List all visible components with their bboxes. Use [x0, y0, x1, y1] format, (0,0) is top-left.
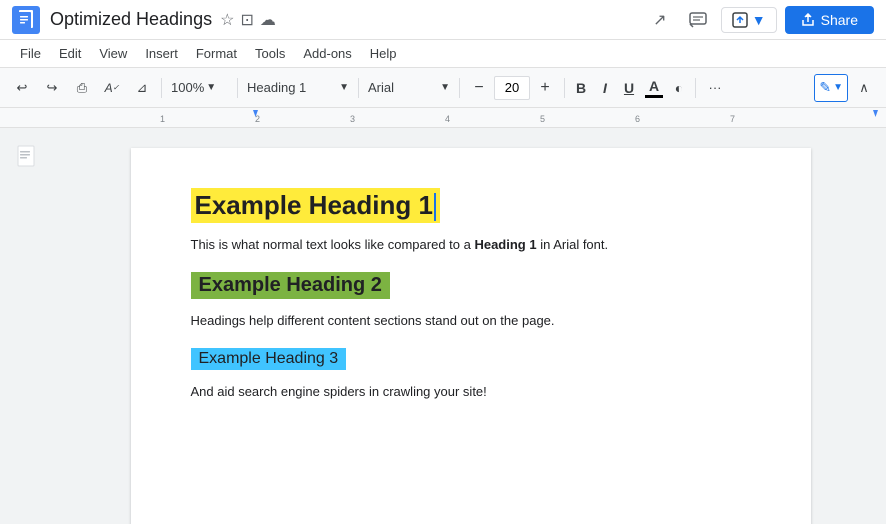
toolbar: ↩ ↪ ⎙ A✓ ⊿ 100% ▼ Heading 1 ▼ Arial ▼ − … [0, 68, 886, 108]
share-label: Share [821, 12, 858, 28]
divider-6 [695, 78, 696, 98]
redo-button[interactable]: ↪ [38, 74, 66, 102]
svg-text:5: 5 [540, 114, 545, 124]
ruler: 1 2 3 4 5 6 7 [0, 108, 886, 128]
heading1-text[interactable]: Example Heading 1 [191, 188, 440, 223]
menu-bar: File Edit View Insert Format Tools Add-o… [0, 40, 886, 68]
doc-title: Optimized Headings [50, 9, 212, 30]
paint-format-button[interactable]: ⊿ [128, 74, 156, 102]
divider-1 [161, 78, 162, 98]
body-text-3: And aid search engine spiders in crawlin… [191, 382, 751, 403]
folder-icon[interactable]: ⊡ [240, 10, 253, 30]
body-text-1: This is what normal text looks like comp… [191, 235, 751, 256]
highlight-button[interactable]: ◐ [668, 74, 690, 102]
header-right: ↗ ▼ Share [645, 5, 874, 35]
font-size-input[interactable] [494, 76, 530, 100]
menu-view[interactable]: View [91, 43, 135, 64]
more-options-button[interactable]: ··· [701, 74, 729, 102]
title-icons: ☆ ⊡ ☁ [220, 10, 276, 30]
menu-help[interactable]: Help [362, 43, 405, 64]
italic-button[interactable]: I [594, 74, 616, 102]
zoom-select[interactable]: 100% ▼ [167, 74, 232, 102]
heading2-block: Example Heading 2 [191, 272, 751, 307]
star-icon[interactable]: ☆ [220, 10, 234, 30]
menu-tools[interactable]: Tools [247, 43, 293, 64]
main-area: Example Heading 1 This is what normal te… [0, 128, 886, 524]
divider-4 [459, 78, 460, 98]
svg-text:3: 3 [350, 114, 355, 124]
font-family-select[interactable]: Arial ▼ [364, 74, 454, 102]
body-text-2: Headings help different content sections… [191, 311, 751, 332]
side-panel-doc-icon[interactable] [10, 140, 46, 176]
print-button[interactable]: ⎙ [68, 74, 96, 102]
font-size-decrease[interactable]: − [465, 74, 493, 102]
heading2-text[interactable]: Example Heading 2 [191, 272, 390, 299]
share-button[interactable]: Share [785, 6, 874, 34]
menu-edit[interactable]: Edit [51, 43, 89, 64]
svg-text:7: 7 [730, 114, 735, 124]
underline-button[interactable]: U [618, 74, 640, 102]
cloud-icon[interactable]: ☁ [260, 10, 276, 30]
chart-icon[interactable]: ↗ [645, 5, 675, 35]
heading3-block: Example Heading 3 [191, 348, 751, 378]
divider-5 [564, 78, 565, 98]
edit-mode-button[interactable]: ✎ ▼ [814, 74, 848, 102]
divider-3 [358, 78, 359, 98]
menu-insert[interactable]: Insert [137, 43, 186, 64]
app-icon [12, 6, 40, 34]
menu-file[interactable]: File [12, 43, 49, 64]
font-size-increase[interactable]: + [531, 74, 559, 102]
side-panel [0, 128, 55, 524]
svg-text:6: 6 [635, 114, 640, 124]
document-page: Example Heading 1 This is what normal te… [131, 148, 811, 524]
move-to-button[interactable]: ▼ [721, 7, 777, 33]
menu-addons[interactable]: Add-ons [295, 43, 359, 64]
heading1-block: Example Heading 1 [191, 188, 751, 231]
title-bar: Optimized Headings ☆ ⊡ ☁ ↗ ▼ [0, 0, 886, 40]
undo-button[interactable]: ↩ [8, 74, 36, 102]
text-color-indicator [645, 95, 663, 98]
document-area[interactable]: Example Heading 1 This is what normal te… [55, 128, 886, 524]
comment-icon[interactable] [683, 5, 713, 35]
svg-text:4: 4 [445, 114, 450, 124]
divider-2 [237, 78, 238, 98]
collapse-toolbar-button[interactable]: ∧ [850, 74, 878, 102]
heading3-text[interactable]: Example Heading 3 [191, 348, 347, 370]
svg-text:1: 1 [160, 114, 165, 124]
text-color-button[interactable]: A [642, 74, 666, 102]
spellcheck-button[interactable]: A✓ [98, 74, 126, 102]
font-size-control: − + [465, 74, 559, 102]
bold-button[interactable]: B [570, 74, 592, 102]
menu-format[interactable]: Format [188, 43, 245, 64]
heading-style-select[interactable]: Heading 1 ▼ [243, 74, 353, 102]
